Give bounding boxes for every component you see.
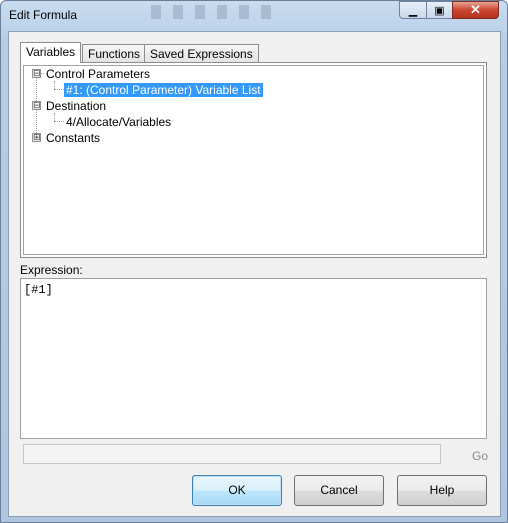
expression-editor[interactable]: [#1] (20, 278, 487, 439)
minimize-button[interactable]: ▁ (399, 1, 427, 19)
restore-icon: ▣ (434, 4, 445, 17)
tree-connector (54, 113, 56, 121)
tab-variables[interactable]: Variables (20, 42, 82, 63)
collapse-icon[interactable]: ⊟ (32, 69, 41, 78)
tab-saved-expressions[interactable]: Saved Expressions (144, 44, 259, 62)
edit-formula-window: Edit Formula ▁ ▣ ✕ Variables Functions S… (0, 0, 508, 523)
help-button[interactable]: Help (397, 475, 487, 506)
background-toolbar-ghost (151, 5, 271, 19)
tree-connector (54, 121, 64, 123)
restore-button[interactable]: ▣ (426, 1, 453, 19)
tree-node-destination[interactable]: Destination (46, 98, 106, 114)
tree-connector (54, 89, 64, 91)
expand-icon[interactable]: ⊞ (32, 133, 41, 142)
collapse-icon[interactable]: ⊟ (32, 101, 41, 110)
tree-connector (54, 81, 56, 89)
tree-node-variable-list-label: #1: (Control Parameter) Variable List (64, 83, 263, 97)
variables-tree[interactable]: ⊟ Control Parameters #1: (Control Parame… (23, 65, 484, 255)
minimize-icon: ▁ (408, 4, 418, 17)
cancel-button[interactable]: Cancel (294, 475, 384, 506)
tab-functions[interactable]: Functions (82, 44, 147, 62)
window-title: Edit Formula (9, 8, 78, 22)
tree-node-control-parameters[interactable]: Control Parameters (46, 66, 150, 82)
tree-node-variable-list[interactable]: #1: (Control Parameter) Variable List (64, 82, 263, 98)
dialog-body: Variables Functions Saved Expressions ⊟ … (8, 31, 501, 517)
close-icon: ✕ (470, 2, 481, 17)
tree-node-constants[interactable]: Constants (46, 130, 100, 146)
close-button[interactable]: ✕ (452, 1, 499, 19)
go-input[interactable] (23, 444, 441, 464)
title-bar[interactable]: Edit Formula ▁ ▣ ✕ (1, 1, 507, 31)
expression-label: Expression: (20, 263, 83, 277)
go-button[interactable]: Go (472, 449, 488, 463)
ok-button[interactable]: OK (192, 475, 282, 506)
variables-tab-panel: ⊟ Control Parameters #1: (Control Parame… (20, 62, 487, 258)
tree-node-allocate-variables[interactable]: 4/Allocate/Variables (66, 114, 171, 130)
